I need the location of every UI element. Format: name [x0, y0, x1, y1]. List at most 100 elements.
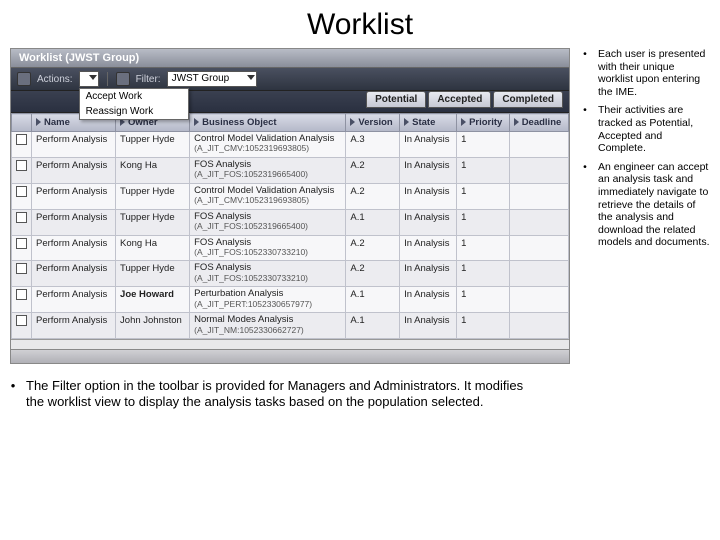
menu-item-reassign[interactable]: Reassign Work	[80, 104, 188, 119]
bullet-icon: •	[582, 161, 588, 249]
toolbar-icon[interactable]	[17, 72, 31, 86]
table-row[interactable]: Perform AnalysisJohn JohnstonNormal Mode…	[12, 313, 569, 339]
tab-accepted[interactable]: Accepted	[428, 91, 491, 108]
col-priority[interactable]: Priority	[457, 114, 510, 132]
cell-priority: 1	[457, 235, 510, 261]
sort-icon	[461, 118, 466, 126]
menu-item-accept[interactable]: Accept Work	[80, 89, 188, 104]
cell-state: In Analysis	[400, 209, 457, 235]
tab-potential[interactable]: Potential	[366, 91, 426, 108]
cell-version: A.1	[346, 313, 400, 339]
bullet-text: Their activities are tracked as Potentia…	[598, 104, 710, 154]
cell-state: In Analysis	[400, 313, 457, 339]
checkbox-icon[interactable]	[16, 263, 27, 274]
actions-dropdown[interactable]: Accept Work Reassign Work	[79, 71, 99, 87]
table-row[interactable]: Perform AnalysisJoe HowardPerturbation A…	[12, 287, 569, 313]
actions-menu[interactable]: Accept Work Reassign Work	[79, 88, 189, 120]
cell-priority: 1	[457, 132, 510, 158]
checkbox-icon[interactable]	[16, 186, 27, 197]
bullet-text: An engineer can accept an analysis task …	[598, 161, 710, 249]
row-checkbox[interactable]	[12, 261, 32, 287]
row-checkbox[interactable]	[12, 235, 32, 261]
table-row[interactable]: Perform AnalysisTupper HydeFOS Analysis(…	[12, 209, 569, 235]
cell-business-object: Perturbation Analysis(A_JIT_PERT:1052330…	[190, 287, 346, 313]
cell-owner: Tupper Hyde	[116, 261, 190, 287]
sort-icon	[350, 118, 355, 126]
col-deadline[interactable]: Deadline	[509, 114, 568, 132]
cell-owner: Kong Ha	[116, 235, 190, 261]
table-row[interactable]: Perform AnalysisTupper HydeFOS Analysis(…	[12, 261, 569, 287]
row-checkbox[interactable]	[12, 209, 32, 235]
cell-deadline	[509, 132, 568, 158]
cell-version: A.2	[346, 183, 400, 209]
actions-label: Actions:	[37, 74, 73, 85]
cell-deadline	[509, 313, 568, 339]
row-checkbox[interactable]	[12, 157, 32, 183]
cell-name: Perform Analysis	[32, 261, 116, 287]
checkbox-icon[interactable]	[16, 315, 27, 326]
cell-version: A.2	[346, 235, 400, 261]
tab-completed[interactable]: Completed	[493, 91, 563, 108]
checkbox-icon[interactable]	[16, 289, 27, 300]
table-row[interactable]: Perform AnalysisKong HaFOS Analysis(A_JI…	[12, 235, 569, 261]
cell-version: A.3	[346, 132, 400, 158]
col-checkbox[interactable]	[12, 114, 32, 132]
row-checkbox[interactable]	[12, 132, 32, 158]
filter-dropdown[interactable]: JWST Group	[167, 71, 257, 87]
cell-business-object: FOS Analysis(A_JIT_FOS:1052319665400)	[190, 209, 346, 235]
cell-name: Perform Analysis	[32, 183, 116, 209]
table-row[interactable]: Perform AnalysisTupper HydeControl Model…	[12, 132, 569, 158]
cell-version: A.2	[346, 157, 400, 183]
checkbox-icon[interactable]	[16, 212, 27, 223]
cell-name: Perform Analysis	[32, 313, 116, 339]
toolbar: Actions: Accept Work Reassign Work Filte…	[11, 68, 569, 91]
cell-state: In Analysis	[400, 261, 457, 287]
cell-deadline	[509, 287, 568, 313]
slide-title: Worklist	[10, 8, 710, 42]
cell-priority: 1	[457, 261, 510, 287]
cell-version: A.2	[346, 261, 400, 287]
bullet-icon: •	[582, 48, 588, 98]
cell-business-object: Control Model Validation Analysis(A_JIT_…	[190, 132, 346, 158]
bullet-text: Each user is presented with their unique…	[598, 48, 710, 98]
checkbox-icon[interactable]	[16, 238, 27, 249]
table-row[interactable]: Perform AnalysisKong HaFOS Analysis(A_JI…	[12, 157, 569, 183]
cell-version: A.1	[346, 209, 400, 235]
cell-owner: John Johnston	[116, 313, 190, 339]
filter-value[interactable]: JWST Group	[167, 71, 257, 87]
cell-state: In Analysis	[400, 132, 457, 158]
cell-priority: 1	[457, 287, 510, 313]
cell-state: In Analysis	[400, 183, 457, 209]
cell-owner: Tupper Hyde	[116, 209, 190, 235]
filter-icon[interactable]	[116, 72, 130, 86]
cell-priority: 1	[457, 209, 510, 235]
col-business-object[interactable]: Business Object	[190, 114, 346, 132]
row-checkbox[interactable]	[12, 287, 32, 313]
worklist-panel: Worklist (JWST Group) Actions: Accept Wo…	[10, 48, 570, 364]
horizontal-scrollbar[interactable]	[11, 349, 569, 363]
cell-owner: Tupper Hyde	[116, 183, 190, 209]
chevron-down-icon	[89, 75, 97, 80]
table-row[interactable]: Perform AnalysisTupper HydeControl Model…	[12, 183, 569, 209]
row-checkbox[interactable]	[12, 313, 32, 339]
checkbox-icon[interactable]	[16, 134, 27, 145]
col-state[interactable]: State	[400, 114, 457, 132]
cell-business-object: FOS Analysis(A_JIT_FOS:1052330733210)	[190, 235, 346, 261]
cell-deadline	[509, 261, 568, 287]
chevron-down-icon	[247, 75, 255, 80]
cell-deadline	[509, 209, 568, 235]
cell-deadline	[509, 235, 568, 261]
cell-name: Perform Analysis	[32, 287, 116, 313]
row-checkbox[interactable]	[12, 183, 32, 209]
bottom-bullets: • The Filter option in the toolbar is pr…	[10, 378, 530, 411]
cell-business-object: Normal Modes Analysis(A_JIT_NM:105233066…	[190, 313, 346, 339]
filter-label: Filter:	[136, 74, 161, 85]
cell-name: Perform Analysis	[32, 235, 116, 261]
cell-priority: 1	[457, 313, 510, 339]
cell-priority: 1	[457, 183, 510, 209]
cell-business-object: Control Model Validation Analysis(A_JIT_…	[190, 183, 346, 209]
col-version[interactable]: Version	[346, 114, 400, 132]
panel-footer	[11, 339, 569, 349]
checkbox-icon[interactable]	[16, 160, 27, 171]
sort-icon	[404, 118, 409, 126]
